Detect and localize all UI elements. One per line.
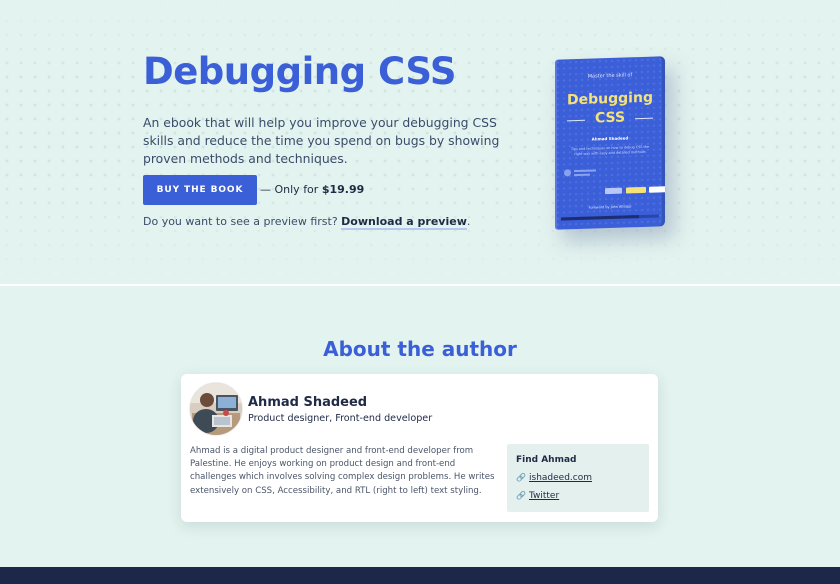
hero-description: An ebook that will help you improve your… [143,115,500,166]
book-cover-chip [649,186,665,193]
avatar [190,383,242,435]
price-prefix: — Only for [260,183,322,196]
price-line: — Only for $19.99 [260,183,364,196]
preview-prompt: Do you want to see a preview first? [143,215,342,228]
find-author-title: Find Ahmad [516,455,577,465]
author-name: Ahmad Shadeed [248,395,368,410]
book-cover-line [574,173,590,177]
book-cover-kicker: Master the skill of [587,72,633,80]
preview-suffix: . [466,215,471,228]
about-title: About the author [323,337,517,361]
book-cover-foreword: Foreword by John Allsopp [588,204,632,210]
twitter-link-label: Twitter [529,491,560,501]
book-cover-title-line1: Debugging [567,89,653,109]
find-author-box: Find Ahmad 🔗 ishadeed.com 🔗 Twitter [507,444,649,512]
footer-band [0,567,840,584]
price-value: $19.99 [321,183,365,196]
book-cover-tagline: Tips and techniques on how to debug CSS … [570,144,650,157]
book-cover-author: Ahmad Shadeed [591,135,629,142]
download-preview-link[interactable]: Download a preview [341,215,467,230]
website-link-label: ishadeed.com [529,473,592,483]
book-cover: Master the skill of Debugging CSS Ahmad … [555,56,665,230]
link-icon: 🔗 [516,473,526,482]
book-cover-chip [626,186,646,194]
twitter-link[interactable]: 🔗 Twitter [516,491,559,501]
author-bio: Ahmad is a digital product designer and … [190,446,495,496]
book-cover-bar [561,214,659,221]
section-divider [0,284,840,286]
book-cover-line [574,169,596,173]
avatar-photo [190,383,242,435]
book-cover-author-dot [564,169,571,177]
preview-line: Do you want to see a preview first? Down… [143,215,471,230]
page-title: Debugging CSS [143,50,456,93]
buy-the-book-button[interactable]: BUY THE BOOK [143,175,257,205]
link-icon: 🔗 [516,491,526,500]
author-role: Product designer, Front-end developer [248,413,433,424]
website-link[interactable]: 🔗 ishadeed.com [516,473,592,483]
author-card: Ahmad Shadeed Product designer, Front-en… [181,374,658,522]
book-cover-chip [605,187,622,195]
